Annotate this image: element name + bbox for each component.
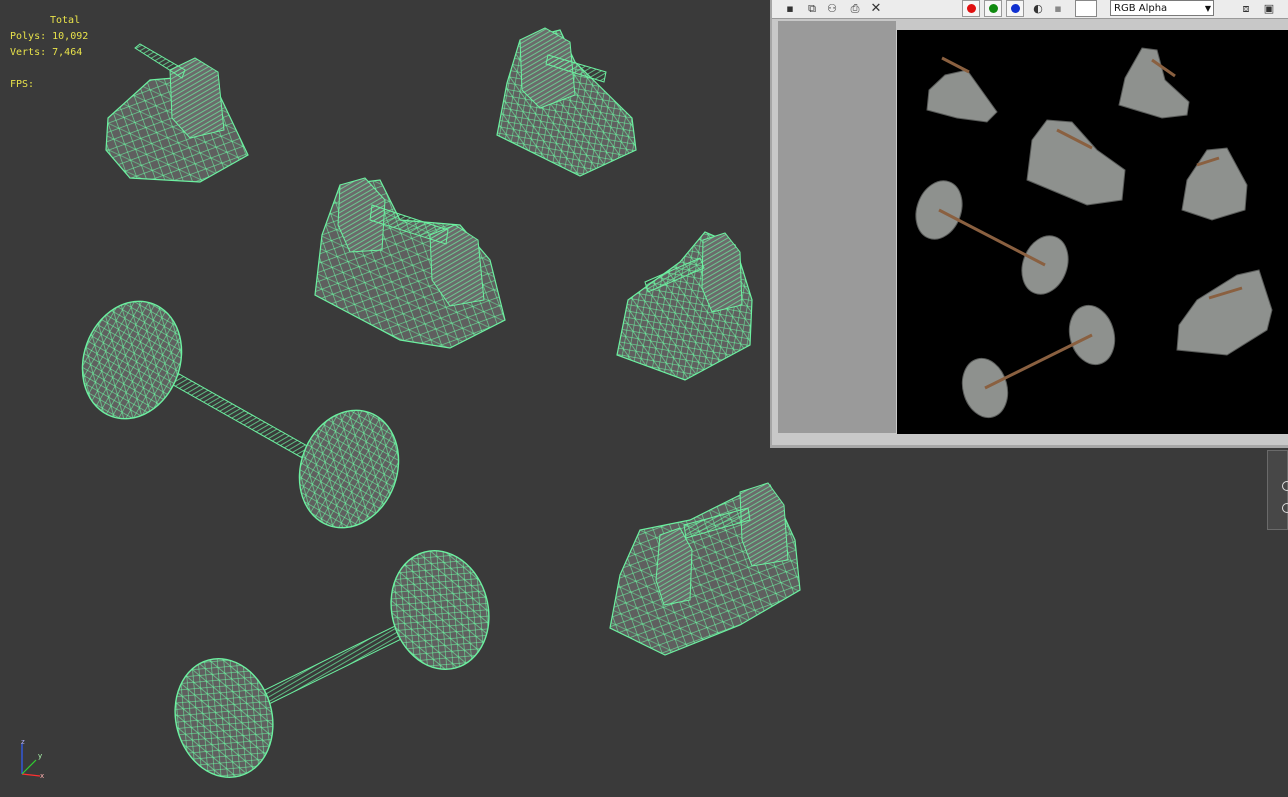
render-axle bbox=[938, 208, 1046, 267]
stone-block-model[interactable] bbox=[314, 177, 506, 349]
wheel-axle-model[interactable] bbox=[162, 540, 502, 789]
axis-tripod-icon: z y x bbox=[21, 738, 44, 780]
chevron-down-icon: ▼ bbox=[1204, 4, 1211, 13]
stone-block-model[interactable] bbox=[105, 43, 249, 183]
channel-select-value: RGB Alpha bbox=[1114, 3, 1168, 14]
radio-option[interactable] bbox=[1282, 481, 1288, 491]
render-block bbox=[1026, 119, 1126, 206]
axis-y-label: y bbox=[38, 752, 42, 760]
blue-channel-toggle[interactable] bbox=[1006, 0, 1024, 17]
stone-block-model[interactable] bbox=[496, 27, 637, 177]
window-icon[interactable]: ▣ bbox=[1261, 1, 1277, 16]
rendered-image bbox=[897, 30, 1288, 434]
render-handle bbox=[941, 56, 970, 74]
green-channel-toggle[interactable] bbox=[984, 0, 1002, 17]
command-panel-edge bbox=[1267, 450, 1288, 530]
stone-block-model[interactable] bbox=[616, 231, 753, 381]
rendered-frame-window[interactable]: ▪ ⧉ ⚇ ⎙ ✕ ◐ ▪ RGB Alpha ▼ ⧈ ▣ bbox=[770, 0, 1288, 448]
render-margin bbox=[778, 21, 896, 433]
stone-block-model[interactable] bbox=[609, 482, 801, 656]
clear-icon[interactable]: ✕ bbox=[868, 1, 884, 16]
toggle-ui-icon[interactable]: ⧈ bbox=[1238, 1, 1254, 16]
render-axle bbox=[984, 333, 1093, 390]
save-icon[interactable]: ▪ bbox=[782, 1, 798, 16]
copy-icon[interactable]: ⧉ bbox=[804, 1, 820, 16]
radio-option[interactable] bbox=[1282, 503, 1288, 513]
render-toolbar: ▪ ⧉ ⚇ ⎙ ✕ ◐ ▪ RGB Alpha ▼ ⧈ ▣ bbox=[772, 0, 1288, 19]
blue-channel-icon bbox=[1011, 4, 1020, 13]
red-channel-icon bbox=[967, 4, 976, 13]
wheel-axle-model[interactable] bbox=[66, 287, 414, 542]
rendered-models bbox=[915, 47, 1273, 419]
green-channel-icon bbox=[989, 4, 998, 13]
axis-z-label: z bbox=[21, 738, 25, 746]
render-block bbox=[926, 69, 998, 123]
render-block bbox=[1176, 269, 1273, 356]
color-swatch[interactable] bbox=[1075, 0, 1097, 17]
monochrome-icon[interactable]: ▪ bbox=[1050, 1, 1066, 16]
red-channel-toggle[interactable] bbox=[962, 0, 980, 17]
print-icon[interactable]: ⎙ bbox=[847, 1, 863, 16]
clone-icon[interactable]: ⚇ bbox=[824, 1, 840, 16]
render-block bbox=[1118, 47, 1190, 119]
channel-display-select[interactable]: RGB Alpha ▼ bbox=[1110, 0, 1214, 16]
alpha-channel-icon[interactable]: ◐ bbox=[1030, 1, 1046, 16]
axis-x-label: x bbox=[40, 772, 44, 780]
